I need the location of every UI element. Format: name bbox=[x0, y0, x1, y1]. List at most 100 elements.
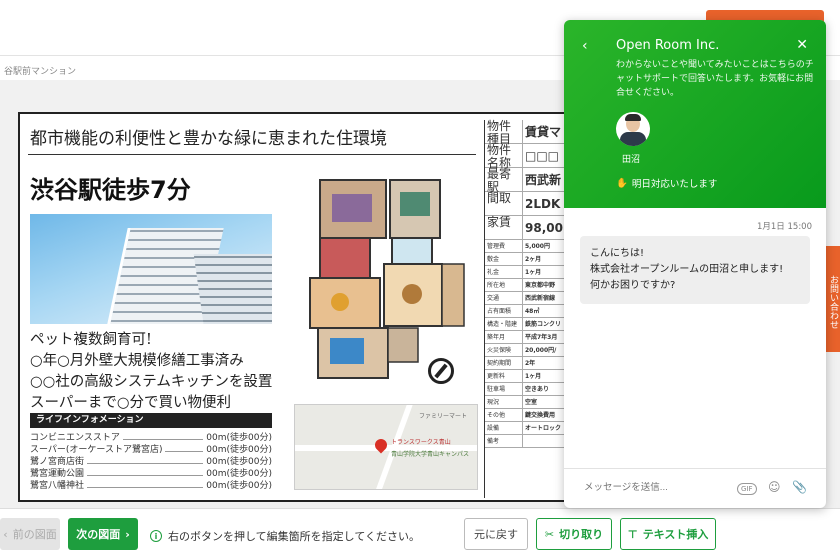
map-label: トランスワークス青山 bbox=[391, 439, 451, 446]
spec-row: 更新料 1ヶ月 bbox=[485, 370, 576, 383]
spec-key: 最寄駅 bbox=[485, 168, 523, 194]
edit-hint: i 右のボタンを押して編集箇所を指定してください。 bbox=[150, 528, 420, 544]
compass-north-icon bbox=[428, 358, 454, 384]
avatar-hair bbox=[625, 114, 641, 121]
spec-key: 築年月 bbox=[485, 331, 523, 343]
spec-row: 現況 空室 bbox=[485, 396, 576, 409]
spec-row: 築年月 平成7年3月 bbox=[485, 331, 576, 344]
life-info-distance: 00m(徒歩00分) bbox=[206, 433, 272, 443]
next-drawing-label: 次の図面 bbox=[76, 528, 121, 541]
map-label: 青山学院大学青山キャンパス bbox=[391, 451, 470, 458]
spec-row: 物件名称 □□□ bbox=[485, 144, 576, 170]
flyer-title[interactable]: 渋谷駅徒歩7分 bbox=[30, 170, 191, 205]
chat-header: ‹ Open Room Inc. ✕ わからないことや聞いてみたいことはこちらの… bbox=[564, 20, 826, 208]
spec-key: 所在地 bbox=[485, 279, 523, 291]
spec-key: 占有面積 bbox=[485, 305, 523, 317]
reply-time-note: ✋ 明日対応いたします bbox=[616, 176, 718, 191]
gif-button[interactable]: GIF bbox=[737, 483, 757, 495]
message-input[interactable] bbox=[584, 482, 724, 493]
insert-text-button[interactable]: ⊤ テキスト挿入 bbox=[620, 518, 716, 550]
spec-key: 更新料 bbox=[485, 370, 523, 382]
feature-item: スーパーまで○分で買い物便利 bbox=[30, 395, 232, 411]
spec-row: その他 鍵交換費用 bbox=[485, 409, 576, 422]
life-info-distance: 00m(徒歩00分) bbox=[206, 469, 272, 479]
spec-row: 物件種目 賃貸マ bbox=[485, 120, 576, 146]
insert-text-label: テキスト挿入 bbox=[642, 528, 709, 541]
message-timestamp: 1月1日 15:00 bbox=[756, 222, 812, 232]
leader-line bbox=[87, 480, 204, 488]
spec-key: 契約期間 bbox=[485, 357, 523, 369]
life-info-list[interactable]: コンビニエンスストア 00m(徒歩00分) スーパー(オーケーストア鷺宮店) 00m… bbox=[30, 432, 272, 492]
flyer-headline[interactable]: 都市機能の利便性と豊かな緑に恵まれた住環境 bbox=[30, 124, 387, 149]
spec-key: 火災保険 bbox=[485, 344, 523, 356]
spec-key: 物件種目 bbox=[485, 120, 523, 146]
spec-table[interactable]: 物件種目 賃貸マ 物件名称 □□□ 最寄駅 西武新 間取 2LDK 家賃 98,00 管理費 5,00… bbox=[484, 120, 576, 498]
scissors-icon: ✂ bbox=[544, 527, 555, 541]
spec-row: 最寄駅 西武新 bbox=[485, 168, 576, 194]
chat-input-bar: GIF ☺ 📎 bbox=[564, 468, 826, 508]
spec-row: 間取 2LDK bbox=[485, 192, 576, 216]
close-icon[interactable]: ✕ bbox=[796, 37, 808, 53]
life-info-name: コンビニエンスストア bbox=[30, 433, 120, 443]
spec-row: 占有面積 48㎡ bbox=[485, 305, 576, 318]
spec-key: 間取 bbox=[485, 192, 523, 215]
map-label: ファミリーマート bbox=[419, 413, 468, 420]
life-info-distance: 00m(徒歩00分) bbox=[206, 481, 272, 491]
spec-row: 家賃 98,00 bbox=[485, 216, 576, 240]
spec-key: 設備 bbox=[485, 422, 523, 434]
message-line: こんにちは! bbox=[590, 248, 645, 259]
spec-row: 設備 オートロック bbox=[485, 422, 576, 435]
agent-name: 田沼 bbox=[622, 155, 641, 165]
undo-button[interactable]: 元に戻す bbox=[464, 518, 528, 550]
cut-button[interactable]: ✂ 切り取り bbox=[536, 518, 612, 550]
spec-row: 備考 bbox=[485, 435, 576, 448]
spec-row: 敷金 2ヶ月 bbox=[485, 253, 576, 266]
spec-key: 交通 bbox=[485, 292, 523, 304]
building-photo[interactable] bbox=[30, 214, 272, 324]
breadcrumb: 谷駅前マンション bbox=[4, 67, 77, 77]
feature-item: ペット複数飼育可! bbox=[30, 332, 152, 348]
life-info-row: 鷺宮運動公園 00m(徒歩00分) bbox=[30, 468, 272, 480]
agent-avatar bbox=[616, 112, 650, 146]
spec-row: 火災保険 20,000円/ bbox=[485, 344, 576, 357]
text-insert-icon: ⊤ bbox=[627, 527, 638, 541]
prev-drawing-button[interactable]: ‹ 前の図面 bbox=[0, 518, 60, 550]
cut-label: 切り取り bbox=[559, 528, 604, 541]
chat-widget: ‹ Open Room Inc. ✕ わからないことや聞いてみたいことはこちらの… bbox=[564, 20, 826, 508]
message-line: 株式会社オープンルームの田沼と申します! bbox=[590, 264, 784, 275]
avatar-suit bbox=[620, 132, 646, 146]
prev-drawing-label: 前の図面 bbox=[12, 528, 57, 541]
feature-list[interactable]: ペット複数飼育可! ○年○月外壁大規模修繕工事済み ○○社の高級システムキッチン… bbox=[30, 330, 272, 414]
spec-row: 礼金 1ヶ月 bbox=[485, 266, 576, 279]
edit-hint-text: 右のボタンを押して編集箇所を指定してください。 bbox=[168, 530, 421, 543]
leader-line bbox=[87, 468, 204, 476]
agent-message-bubble: こんにちは! 株式会社オープンルームの田沼と申します! 何かお困りですか? bbox=[580, 236, 810, 304]
life-info-distance: 00m(徒歩00分) bbox=[206, 445, 272, 455]
reply-time-text: 明日対応いたします bbox=[631, 179, 718, 190]
life-info-heading: ライフインフォメーション bbox=[30, 413, 272, 428]
life-info-name: 鷺宮八幡神社 bbox=[30, 481, 85, 491]
spec-row: 契約期間 2年 bbox=[485, 357, 576, 370]
back-arrow-icon[interactable]: ‹ bbox=[582, 38, 588, 54]
chevron-right-icon: › bbox=[125, 527, 130, 541]
thumbs-up-icon: ✋ bbox=[616, 177, 628, 189]
spec-key: 備考 bbox=[485, 435, 523, 447]
spec-row: 所在地 東京都中野 bbox=[485, 279, 576, 292]
building-tower-secondary bbox=[193, 254, 272, 324]
spec-key: 現況 bbox=[485, 396, 523, 408]
emoji-icon[interactable]: ☺ bbox=[768, 480, 781, 494]
floor-plan-image[interactable] bbox=[300, 176, 470, 388]
next-drawing-button[interactable]: 次の図面 › bbox=[68, 518, 138, 550]
life-info-row: コンビニエンスストア 00m(徒歩00分) bbox=[30, 432, 272, 444]
life-info-row: 鷺ノ宮商店街 00m(徒歩00分) bbox=[30, 456, 272, 468]
spec-row: 管理費 5,000円 bbox=[485, 240, 576, 253]
life-info-name: スーパー(オーケーストア鷺宮店) bbox=[30, 445, 163, 455]
spec-row: 交通 西武新宿線 bbox=[485, 292, 576, 305]
life-info-row: スーパー(オーケーストア鷺宮店) 00m(徒歩00分) bbox=[30, 444, 272, 456]
life-info-row: 鷺宮八幡神社 00m(徒歩00分) bbox=[30, 480, 272, 492]
spec-key: その他 bbox=[485, 409, 523, 421]
paperclip-icon[interactable]: 📎 bbox=[792, 480, 807, 494]
location-map[interactable]: トランスワークス青山 青山学院大学青山キャンパス ファミリーマート bbox=[294, 404, 478, 490]
spec-key: 家賃 bbox=[485, 216, 523, 239]
info-icon: i bbox=[150, 530, 162, 542]
